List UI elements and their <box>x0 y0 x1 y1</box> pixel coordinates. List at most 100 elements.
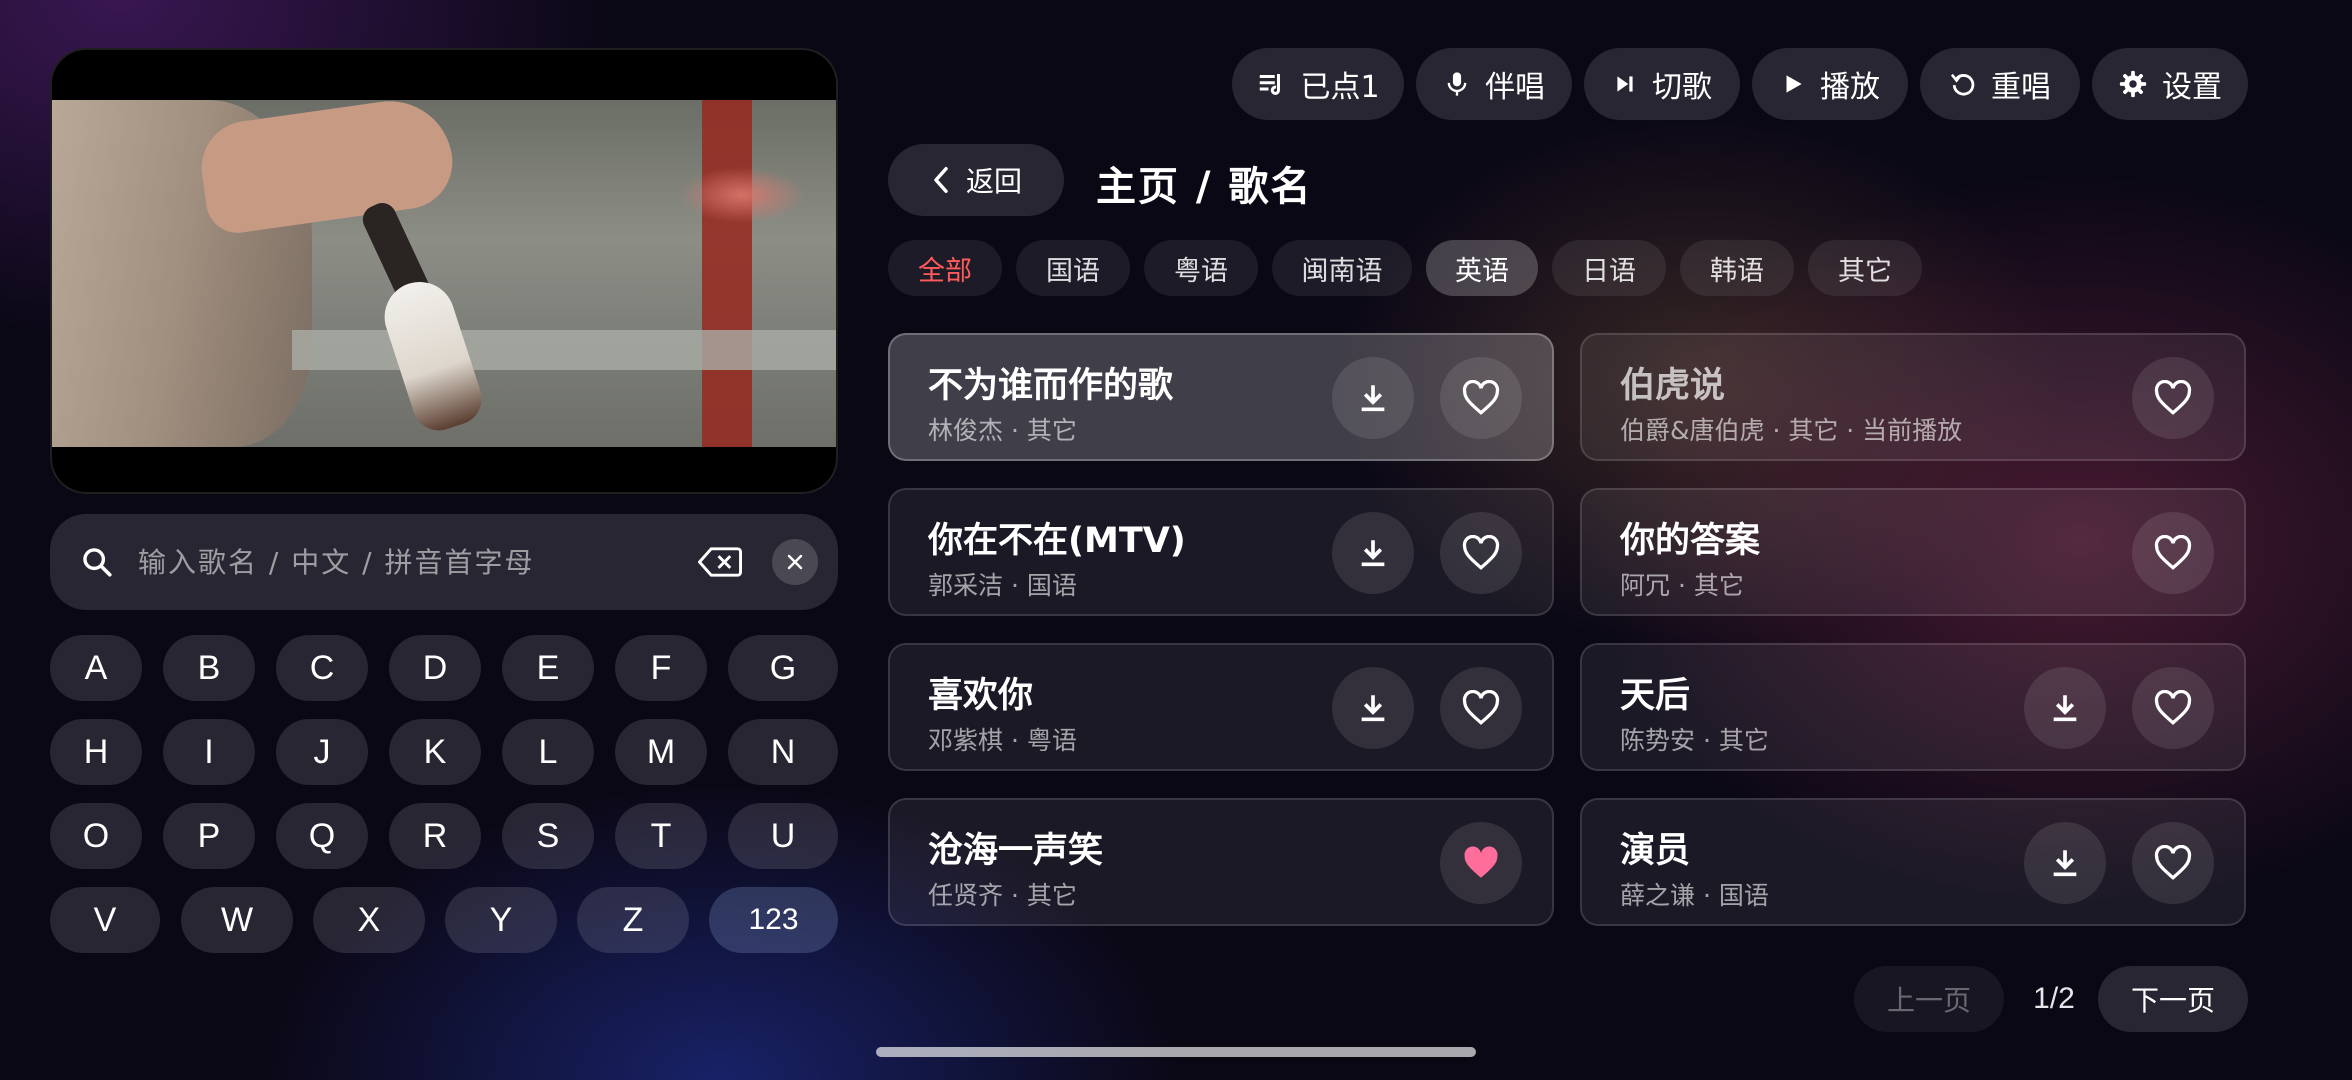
queue-label: 已点1 <box>1300 70 1380 105</box>
key-d[interactable]: D <box>389 635 481 701</box>
play-icon <box>1786 75 1802 93</box>
song-meta: 林俊杰 · 其它 <box>928 416 1077 445</box>
favorite-button[interactable] <box>2132 667 2214 749</box>
download-button[interactable] <box>1332 357 1414 439</box>
filter-mandarin[interactable]: 国语 <box>1016 240 1130 296</box>
key-x[interactable]: X <box>313 887 425 953</box>
song-card[interactable]: 伯虎说 伯爵&唐伯虎 · 其它 · 当前播放 <box>1580 333 2246 461</box>
song-card[interactable]: 你在不在(MTV) 郭采洁 · 国语 <box>888 488 1554 616</box>
favorite-button[interactable] <box>2132 357 2214 439</box>
switch-song-button[interactable]: 切歌 <box>1584 48 1740 120</box>
key-k[interactable]: K <box>389 719 481 785</box>
song-card[interactable]: 你的答案 阿冗 · 其它 <box>1580 488 2246 616</box>
song-card[interactable]: 不为谁而作的歌 林俊杰 · 其它 <box>888 333 1554 461</box>
song-title: 你的答案 <box>1620 521 1761 561</box>
song-title: 沧海一声笑 <box>928 831 1104 871</box>
filter-korean[interactable]: 韩语 <box>1680 240 1794 296</box>
play-label: 播放 <box>1820 70 1880 105</box>
filter-cantonese[interactable]: 粤语 <box>1144 240 1258 296</box>
key-u[interactable]: U <box>728 803 838 869</box>
filter-japanese[interactable]: 日语 <box>1552 240 1666 296</box>
key-i[interactable]: I <box>163 719 255 785</box>
key-o[interactable]: O <box>50 803 142 869</box>
song-title: 不为谁而作的歌 <box>928 366 1174 406</box>
key-g[interactable]: G <box>728 635 838 701</box>
song-meta: 薛之谦 · 国语 <box>1620 881 1769 910</box>
heart-outline-icon <box>1462 690 1500 725</box>
song-card[interactable]: 喜欢你 邓紫棋 · 粤语 <box>888 643 1554 771</box>
song-meta: 邓紫棋 · 粤语 <box>928 726 1077 755</box>
key-p[interactable]: P <box>163 803 255 869</box>
filter-other[interactable]: 其它 <box>1808 240 1922 296</box>
favorite-button[interactable] <box>1440 667 1522 749</box>
download-button[interactable] <box>1332 512 1414 594</box>
song-card[interactable]: 演员 薛之谦 · 国语 <box>1580 798 2246 926</box>
key-h[interactable]: H <box>50 719 142 785</box>
filter-all[interactable]: 全部 <box>888 240 1002 296</box>
song-title: 伯虎说 <box>1620 366 1726 406</box>
key-z[interactable]: Z <box>577 887 689 953</box>
favorite-button[interactable] <box>2132 512 2214 594</box>
key-numeric-toggle[interactable]: 123 <box>709 887 838 953</box>
key-j[interactable]: J <box>276 719 368 785</box>
video-frame <box>52 93 836 447</box>
key-b[interactable]: B <box>163 635 255 701</box>
song-meta: 陈势安 · 其它 <box>1620 726 1769 755</box>
download-button[interactable] <box>2024 822 2106 904</box>
key-s[interactable]: S <box>502 803 594 869</box>
song-meta: 郭采洁 · 国语 <box>928 571 1077 600</box>
key-l[interactable]: L <box>502 719 594 785</box>
download-icon <box>2053 850 2077 877</box>
search-input[interactable] <box>136 544 698 580</box>
next-page-button[interactable]: 下一页 <box>2098 966 2248 1032</box>
settings-button[interactable]: 设置 <box>2092 48 2248 120</box>
clear-search-button[interactable] <box>772 539 818 585</box>
download-icon <box>1361 385 1385 412</box>
song-title: 喜欢你 <box>928 676 1034 716</box>
key-e[interactable]: E <box>502 635 594 701</box>
filter-hokkien[interactable]: 闽南语 <box>1272 240 1412 296</box>
home-indicator[interactable] <box>876 1047 1476 1057</box>
favorite-button[interactable] <box>1440 822 1522 904</box>
replay-label: 重唱 <box>1991 70 2051 105</box>
song-card[interactable]: 天后 陈势安 · 其它 <box>1580 643 2246 771</box>
video-scene-table <box>292 330 836 370</box>
key-w[interactable]: W <box>181 887 293 953</box>
favorite-button[interactable] <box>2132 822 2214 904</box>
back-button[interactable]: 返回 <box>888 144 1064 216</box>
key-r[interactable]: R <box>389 803 481 869</box>
key-a[interactable]: A <box>50 635 142 701</box>
key-t[interactable]: T <box>615 803 707 869</box>
download-button[interactable] <box>1332 667 1414 749</box>
song-title: 演员 <box>1620 831 1691 871</box>
heart-outline-icon <box>1462 535 1500 570</box>
key-m[interactable]: M <box>615 719 707 785</box>
prev-page-button[interactable]: 上一页 <box>1854 966 2004 1032</box>
accompany-button[interactable]: 伴唱 <box>1416 48 1572 120</box>
favorite-button[interactable] <box>1440 357 1522 439</box>
key-c[interactable]: C <box>276 635 368 701</box>
key-n[interactable]: N <box>728 719 838 785</box>
key-v[interactable]: V <box>50 887 160 953</box>
heart-filled-icon <box>1464 846 1498 878</box>
favorite-button[interactable] <box>1440 512 1522 594</box>
song-title: 你在不在(MTV) <box>928 521 1186 561</box>
backspace-icon[interactable] <box>698 545 742 579</box>
video-preview[interactable] <box>50 48 838 494</box>
playlist-icon <box>1260 74 1281 95</box>
key-y[interactable]: Y <box>445 887 557 953</box>
key-q[interactable]: Q <box>276 803 368 869</box>
heart-outline-icon <box>2154 535 2192 570</box>
key-f[interactable]: F <box>615 635 707 701</box>
back-label: 返回 <box>965 165 1022 198</box>
switch-song-label: 切歌 <box>1652 70 1712 105</box>
filter-english[interactable]: 英语 <box>1426 240 1538 296</box>
download-icon <box>1361 695 1385 722</box>
song-card[interactable]: 沧海一声笑 任贤齐 · 其它 <box>888 798 1554 926</box>
replay-button[interactable]: 重唱 <box>1920 48 2080 120</box>
queue-button[interactable]: 已点1 <box>1232 48 1404 120</box>
download-icon <box>2053 695 2077 722</box>
play-button[interactable]: 播放 <box>1752 48 1908 120</box>
heart-outline-icon <box>1462 380 1500 415</box>
download-button[interactable] <box>2024 667 2106 749</box>
